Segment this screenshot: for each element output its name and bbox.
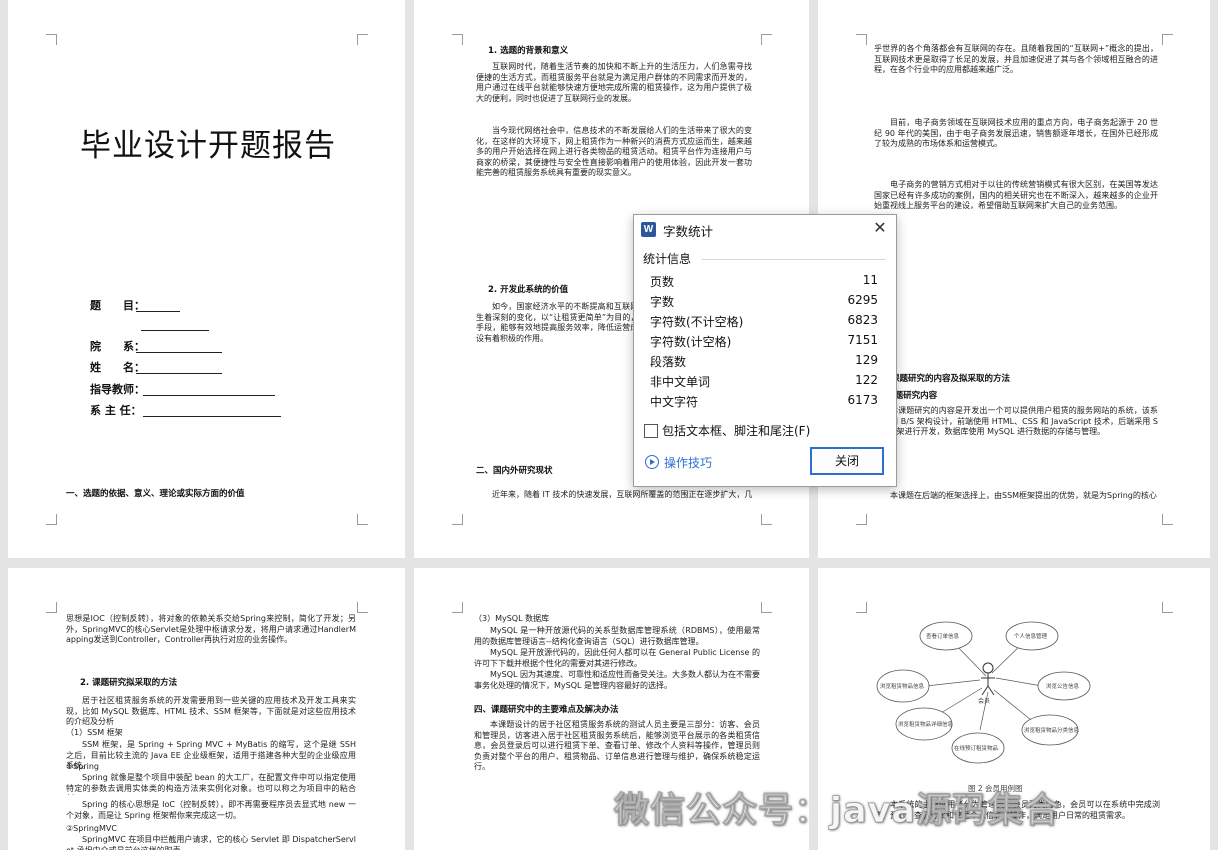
heading: 2. 课题研究拟采取的方法 — [80, 678, 178, 688]
heading: 二、国内外研究现状 — [476, 466, 553, 476]
word-app-icon: W — [641, 222, 656, 237]
association-line — [995, 677, 1043, 687]
page-1: 毕业设计开题报告 题 目： 院 系： 姓 名： 指导教师： 系 主 任： 一、选… — [8, 0, 405, 558]
dialog-title: 字数统计 — [663, 224, 714, 239]
paragraph: 乎世界的各个角落都会有互联网的存在。且随着我国的“互联网+”概念的提出，互联网技… — [874, 44, 1158, 75]
heading: 四、课题研究中的主要难点及解决办法 — [474, 705, 619, 715]
use-case-label: 浏览租赁物品详细信息 — [898, 722, 954, 728]
field-topic-line-2 — [141, 330, 209, 331]
crop-mark — [761, 34, 772, 45]
play-circle-icon[interactable] — [645, 455, 659, 469]
section-heading: 一、选题的依据、意义、理论或实际方面的价值 — [66, 489, 245, 499]
paragraph: SpringMVC 在项目中拦截用户请求，它的核心 Servlet 即 Disp… — [66, 835, 356, 850]
tips-link[interactable]: 操作技巧 — [664, 454, 712, 471]
stat-row-chars-no-spaces: 字符数(不计空格) 6823 — [650, 313, 878, 333]
stat-label: 中文字符 — [650, 395, 699, 409]
use-case-label: 浏览租赁物品信息 — [880, 684, 925, 690]
crop-mark — [856, 514, 867, 525]
crop-mark — [452, 514, 463, 525]
stat-label: 非中文单词 — [650, 375, 711, 389]
stat-label: 字数 — [650, 295, 675, 309]
stat-value: 122 — [855, 373, 878, 387]
field-advisor-line — [143, 395, 275, 396]
field-dean-line — [143, 416, 281, 417]
crop-mark — [1162, 514, 1173, 525]
crop-mark — [452, 602, 463, 613]
crop-mark — [357, 34, 368, 45]
sub-heading: ②SpringMVC — [66, 824, 117, 833]
paragraph: 本课题在后端的框架选择上，由SSM框架提出的优势，就是为Spring的核心 — [890, 491, 1157, 500]
paragraph: 互联网时代，随着生活节奏的加快和不断上升的生活压力，人们急需寻找便捷的生活方式，… — [476, 62, 752, 103]
paragraph: MySQL 是开放源代码的，因此任何人都可以在 General Public L… — [474, 648, 760, 668]
paragraph: MySQL 因为其速度、可靠性和适应性而备受关注。大多数人都认为在不需要事务化处… — [474, 670, 760, 690]
stat-value: 6295 — [847, 293, 878, 307]
include-textboxes-checkbox[interactable] — [644, 424, 658, 438]
paragraph: 近年来，随着 IT 技术的快速发展，互联网所覆盖的范围正在逐步扩大，几 — [492, 490, 753, 499]
stat-row-non-chinese-words: 非中文单词 122 — [650, 373, 878, 393]
paragraph: 电子商务的营销方式相对于以往的传统营销模式有很大区别，在美国等发达国家已经有许多… — [874, 180, 1158, 211]
watermark: 微信公众号：java源码集合 — [613, 791, 1061, 832]
paragraph: 思想是IOC（控制反转），将对象的依赖关系交给Spring来控制，简化了开发；另… — [66, 614, 356, 645]
actor-icon — [981, 662, 995, 696]
crop-mark — [357, 514, 368, 525]
crop-mark — [357, 602, 368, 613]
association-line — [925, 679, 981, 687]
crop-mark — [452, 34, 463, 45]
field-name-line — [136, 373, 222, 374]
actor-label: 会员 — [978, 698, 991, 705]
stat-label: 段落数 — [650, 355, 687, 369]
crop-mark — [46, 514, 57, 525]
crop-mark — [856, 34, 867, 45]
stat-value: 129 — [855, 353, 878, 367]
report-title: 毕业设计开题报告 — [80, 128, 336, 164]
use-case-label: 浏览公告信息 — [1046, 684, 1080, 690]
stat-value: 6823 — [847, 313, 878, 327]
statistics-section-label: 统计信息 — [643, 252, 692, 266]
stat-value: 6173 — [847, 393, 878, 407]
stat-label: 页数 — [650, 275, 675, 289]
use-case-label: 个人信息管理 — [1014, 634, 1048, 640]
field-topic-line — [136, 311, 180, 312]
paragraph: Spring 的核心思想是 IoC（控制反转），即不再需要程序员去显式地 new… — [66, 800, 356, 820]
crop-mark — [761, 514, 772, 525]
use-case-label: 在线预订租赁物品 — [954, 746, 999, 752]
paragraph: 本课题研究的内容是开发出一个可以提供用户租赁的服务网站的系统，该系统采用 B/S… — [874, 406, 1158, 437]
close-button[interactable]: 关闭 — [810, 447, 884, 475]
section-divider — [702, 259, 886, 260]
paragraph: Spring 就像是整个项目中装配 bean 的大工厂，在配置文件中可以指定使用… — [66, 773, 356, 795]
crop-mark — [46, 34, 57, 45]
stat-row-paragraphs: 段落数 129 — [650, 353, 878, 373]
paragraph: MySQL 是一种开放源代码的关系型数据库管理系统（RDBMS），使用最常用的数… — [474, 626, 760, 646]
stat-row-chars-with-spaces: 字符数(计空格) 7151 — [650, 333, 878, 353]
stat-row-words: 字数 6295 — [650, 293, 878, 313]
dialog-title-bar[interactable]: W 字数统计 ✕ — [634, 215, 896, 243]
crop-mark — [761, 602, 772, 613]
stat-row-pages: 页数 11 — [650, 273, 878, 293]
stat-row-chinese-chars: 中文字符 6173 — [650, 393, 878, 413]
sub-heading: （3）MySQL 数据库 — [474, 614, 550, 623]
field-dept-line — [136, 352, 222, 353]
paragraph: 目前，电子商务领域在互联网技术应用的重点方向，电子商务起源于 20 世纪 90 … — [874, 118, 1158, 149]
crop-mark — [1162, 34, 1173, 45]
word-count-dialog: W 字数统计 ✕ 统计信息 页数 11 字数 6295 字符数(不计空格) 68… — [633, 214, 897, 487]
paragraph: 居于社区租赁服务系统的开发需要用到一些关键的应用技术及开发工具来实现，比如 My… — [66, 696, 356, 727]
heading: 1. 选题的背景和意义 — [488, 46, 569, 56]
crop-mark — [46, 602, 57, 613]
field-dean-label: 系 主 任： — [90, 404, 142, 417]
use-case-label: 查看订单信息 — [926, 634, 960, 640]
heading: 2. 开发此系统的价值 — [488, 285, 569, 295]
sub-heading: （1）SSM 框架 — [66, 728, 123, 737]
use-case-label: 浏览租赁物品分类信息 — [1024, 728, 1080, 734]
use-case-diagram — [876, 621, 1091, 764]
sub-heading: ①Spring — [66, 762, 99, 771]
close-icon[interactable]: ✕ — [871, 218, 889, 238]
association-line — [993, 689, 1037, 725]
stat-label: 字符数(不计空格) — [650, 315, 744, 329]
field-advisor-label: 指导教师： — [90, 383, 145, 396]
include-textboxes-label[interactable]: 包括文本框、脚注和尾注(F) — [662, 422, 810, 439]
stat-value: 11 — [862, 273, 878, 287]
stat-label: 字符数(计空格) — [650, 335, 732, 349]
page-4: 思想是IOC（控制反转），将对象的依赖关系交给Spring来控制，简化了开发；另… — [8, 568, 405, 850]
stat-value: 7151 — [847, 333, 878, 347]
